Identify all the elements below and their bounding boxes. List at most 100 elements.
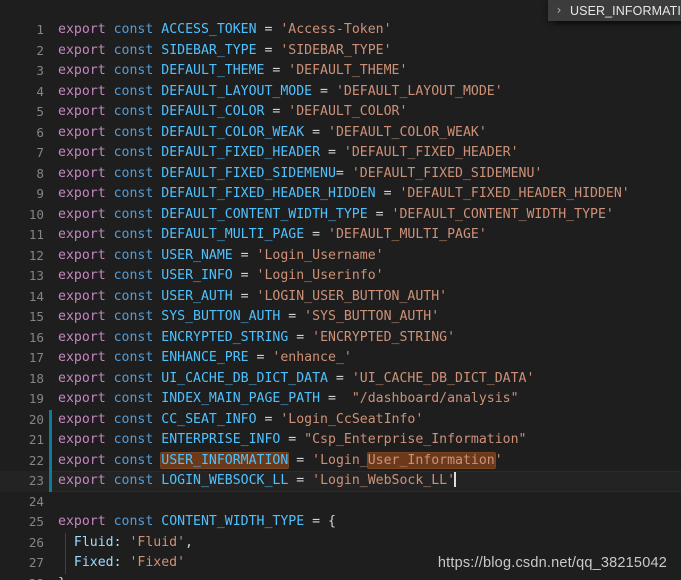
line-text: export const SIDEBAR_TYPE = 'SIDEBAR_TYP… [58,41,392,62]
keyword-const: const [113,227,154,242]
line-text: export const ENHANCE_PRE = 'enhance_' [58,348,352,369]
string-literal-suffix: ' [494,452,503,468]
keyword-export: export [58,329,106,345]
string-literal: "/dashboard/analysis" [351,391,519,406]
assign-operator: = [367,206,392,222]
identifier: DEFAULT_FIXED_HEADER [161,145,321,160]
code-line[interactable]: 25 export const CONTENT_WIDTH_TYPE = { [0,512,681,533]
string-literal: 'DEFAULT_CONTENT_WIDTH_TYPE' [391,206,614,222]
code-line[interactable]: 24 [0,492,681,513]
code-line[interactable]: 22 export const USER_INFORMATION = 'Logi… [0,450,681,472]
code-line[interactable]: 15 export const SYS_BUTTON_AUTH = 'SYS_B… [0,307,681,328]
code-content[interactable]: 1 export const ACCESS_TOKEN = 'Access-To… [0,20,681,580]
string-literal: 'DEFAULT_THEME' [288,63,408,78]
assign-operator: = [312,83,336,99]
string-search-match[interactable]: User_Information [367,452,495,468]
object-key: Fixed [58,555,114,570]
identifier: ENTERPRISE_INFO [161,432,281,447]
line-number: 2 [36,42,44,58]
code-line[interactable]: 20 export const CC_SEAT_INFO = 'Login_Cc… [0,409,681,431]
assign-operator: = [264,63,289,78]
line-text: export const CC_SEAT_INFO = 'Login_CcSea… [58,410,423,431]
keyword-const: const [113,63,154,78]
code-line[interactable]: 7 export const DEFAULT_FIXED_HEADER = 'D… [0,143,681,164]
line-number: 16 [28,329,44,345]
code-line-current[interactable]: 23 export const LOGIN_WEBSOCK_LL = 'Logi… [0,471,681,492]
keyword-const: const [113,247,154,263]
keyword-export: export [58,227,106,242]
code-line[interactable]: 21 export const ENTERPRISE_INFO = "Csp_E… [0,430,681,451]
code-line[interactable]: 17 export const ENHANCE_PRE = 'enhance_' [0,348,681,369]
line-text: export const DEFAULT_LAYOUT_MODE = 'DEFA… [58,82,503,103]
keyword-export: export [58,42,106,58]
code-line[interactable]: 26 Fluid: 'Fluid', [0,532,681,554]
find-match-overlay[interactable]: › USER_INFORMATI [548,0,681,21]
line-text: Fixed: 'Fixed' [58,553,185,574]
code-line[interactable]: 18 export const UI_CACHE_DB_DICT_DATA = … [0,369,681,390]
assign-operator: = [256,42,281,58]
string-literal: 'DEFAULT_LAYOUT_MODE' [335,83,503,99]
line-number: 18 [28,370,44,386]
identifier: SIDEBAR_TYPE [161,42,257,58]
keyword-export: export [58,22,106,37]
code-line[interactable]: 16 export const ENCRYPTED_STRING = 'ENCR… [0,328,681,349]
code-line[interactable]: 19 export const INDEX_MAIN_PAGE_PATH = "… [0,389,681,410]
code-line[interactable]: 9 export const DEFAULT_FIXED_HEADER_HIDD… [0,184,681,205]
keyword-const: const [113,22,154,37]
string-literal: 'UI_CACHE_DB_DICT_DATA' [351,370,535,386]
keyword-export: export [58,83,106,99]
string-literal: 'DEFAULT_FIXED_HEADER' [343,145,519,160]
code-line[interactable]: 28 } [0,574,681,580]
line-text: Fluid: 'Fluid', [58,533,193,554]
code-line[interactable]: 2 export const SIDEBAR_TYPE = 'SIDEBAR_T… [0,41,681,62]
code-line[interactable]: 11 export const DEFAULT_MULTI_PAGE = 'DE… [0,225,681,246]
code-line[interactable]: 6 export const DEFAULT_COLOR_WEAK = 'DEF… [0,123,681,144]
string-literal: 'Access-Token' [280,22,392,37]
line-text: export const DEFAULT_COLOR_WEAK = 'DEFAU… [58,123,487,144]
string-literal: "Csp_Enterprise_Information" [304,432,527,447]
code-line[interactable]: 10 export const DEFAULT_CONTENT_WIDTH_TY… [0,205,681,226]
keyword-const: const [113,268,154,283]
keyword-const: const [113,104,154,119]
object-key: Fluid [58,534,114,550]
code-line[interactable]: 4 export const DEFAULT_LAYOUT_MODE = 'DE… [0,82,681,103]
string-literal: 'Login_CcSeatInfo' [280,411,424,427]
keyword-export: export [58,124,106,140]
code-line[interactable]: 8 export const DEFAULT_FIXED_SIDEMENU= '… [0,164,681,185]
keyword-export: export [58,473,106,488]
assign-operator: = [327,370,352,386]
assign-operator: = [280,309,305,324]
keyword-const: const [113,124,154,140]
line-text: export const UI_CACHE_DB_DICT_DATA = 'UI… [58,369,534,390]
code-editor[interactable]: › USER_INFORMATI 1 export const ACCESS_T… [0,0,681,580]
code-line[interactable]: 3 export const DEFAULT_THEME = 'DEFAULT_… [0,61,681,82]
code-line[interactable]: 5 export const DEFAULT_COLOR = 'DEFAULT_… [0,102,681,123]
line-number: 25 [28,514,44,529]
keyword-const: const [113,206,154,222]
keyword-const: const [113,473,154,488]
identifier-search-match[interactable]: USER_INFORMATION [161,452,289,468]
keyword-export: export [58,309,106,324]
identifier: DEFAULT_THEME [161,63,265,78]
string-literal: 'Fixed' [129,555,186,570]
identifier: LOGIN_WEBSOCK_LL [161,473,289,488]
keyword-const: const [113,350,154,365]
code-line[interactable]: 14 export const USER_AUTH = 'LOGIN_USER_… [0,287,681,308]
line-number: 10 [28,206,44,222]
keyword-export: export [58,288,106,304]
code-line[interactable]: 12 export const USER_NAME = 'Login_Usern… [0,246,681,267]
code-line[interactable]: 13 export const USER_INFO = 'Login_Useri… [0,266,681,287]
assign-operator: = [320,391,352,406]
keyword-const: const [113,411,154,427]
line-text: export const USER_NAME = 'Login_Username… [58,246,384,267]
line-number: 17 [28,350,44,365]
text-cursor [454,472,456,487]
